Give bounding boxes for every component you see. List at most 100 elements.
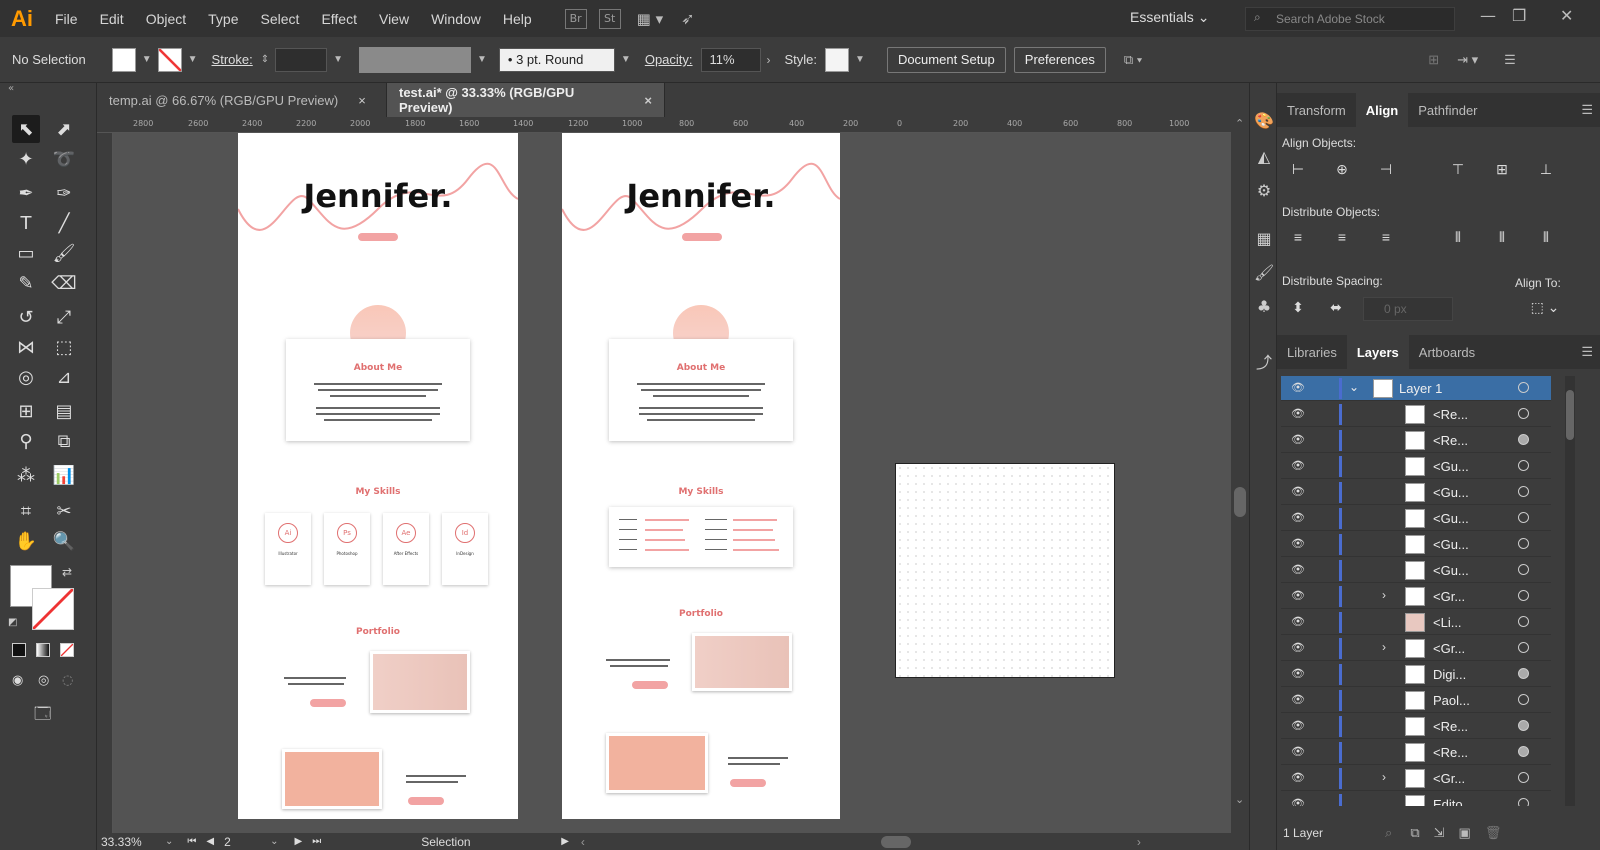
sublayer-row[interactable]: 👁 <Re... [1281, 714, 1551, 739]
selection-tool-icon[interactable]: ⬉ [12, 115, 40, 143]
eye-icon[interactable]: 👁 [1291, 563, 1305, 576]
none-mode-icon[interactable] [60, 643, 74, 657]
chevron-down-icon[interactable]: ⌄ [270, 836, 278, 847]
color-guide-icon[interactable]: ◭ [1254, 147, 1274, 167]
lasso-tool-icon[interactable]: ➰ [50, 145, 78, 173]
sublayer-row[interactable]: 👁 › <Gr... [1281, 584, 1551, 609]
eye-icon[interactable]: 👁 [1291, 511, 1305, 524]
first-artboard-icon[interactable]: ⏮ [187, 836, 196, 847]
chevron-down-icon[interactable]: ▼ [621, 54, 631, 65]
target-icon[interactable] [1518, 746, 1529, 757]
search-input[interactable]: ⌕ Search Adobe Stock [1245, 7, 1455, 31]
vertical-distribute-top-icon[interactable]: ≡ [1287, 229, 1309, 251]
eye-icon[interactable]: 👁 [1291, 641, 1305, 654]
eye-icon[interactable]: 👁 [1291, 433, 1305, 446]
shaper-tool-icon[interactable]: ✎ [12, 269, 40, 297]
column-graph-tool-icon[interactable]: 📊 [50, 461, 78, 489]
eye-icon[interactable]: 👁 [1291, 485, 1305, 498]
sublayer-name[interactable]: Paol... [1433, 693, 1470, 708]
stroke-color-box[interactable] [32, 588, 74, 630]
brush-definition[interactable]: • 3 pt. Round [498, 47, 615, 72]
sublayer-name[interactable]: <Re... [1433, 745, 1468, 760]
horizontal-scroll-thumb[interactable] [880, 835, 911, 848]
curvature-tool-icon[interactable]: ✑ [50, 179, 78, 207]
tab-artboards[interactable]: Artboards [1409, 345, 1485, 360]
sublayer-name[interactable]: <Gu... [1433, 511, 1469, 526]
horizontal-distribute-right-icon[interactable]: ⦀ [1535, 229, 1557, 251]
delete-layer-icon[interactable]: 🗑 [1485, 825, 1502, 841]
chevron-down-icon[interactable]: ▼ [333, 54, 343, 65]
create-sublayer-icon[interactable]: ⇲ [1434, 825, 1445, 841]
chevron-down-icon[interactable]: ⌄ [165, 836, 173, 847]
target-icon[interactable] [1518, 668, 1529, 679]
vertical-distribute-center-icon[interactable]: ≡ [1331, 229, 1353, 251]
artboard-tool-icon[interactable]: ⌗ [12, 497, 40, 525]
fill-swatch[interactable] [111, 47, 136, 72]
artboard-3[interactable] [895, 463, 1115, 678]
sublayer-row[interactable]: 👁 Digi... [1281, 662, 1551, 687]
target-icon[interactable] [1518, 642, 1529, 653]
eye-icon[interactable]: 👁 [1291, 745, 1305, 758]
arrange-documents-icon[interactable]: ▦ ▾ [637, 10, 663, 28]
tab-libraries[interactable]: Libraries [1277, 345, 1347, 360]
sublayer-name[interactable]: Digi... [1433, 667, 1466, 682]
vertical-align-top-icon[interactable]: ⊤ [1447, 161, 1469, 183]
rotate-tool-icon[interactable]: ↺ [12, 303, 40, 331]
zoom-level[interactable]: 33.33% [101, 835, 151, 849]
hand-tool-icon[interactable]: ✋ [12, 527, 40, 555]
chevron-up-icon[interactable]: ⌃ [1235, 117, 1244, 130]
locate-object-icon[interactable]: ⌕ [1385, 825, 1392, 841]
variable-width-profile[interactable] [359, 46, 472, 73]
sublayer-row[interactable]: 👁 › <Gr... [1281, 636, 1551, 661]
previous-artboard-icon[interactable]: ◀ [206, 836, 214, 847]
vertical-distribute-space-icon[interactable]: ⬍ [1287, 299, 1309, 321]
draw-normal-icon[interactable]: ◉ [12, 673, 23, 688]
panel-menu-icon[interactable]: ☰ [1581, 344, 1593, 360]
transform-icon[interactable]: ⇥ ▾ [1457, 52, 1478, 68]
sublayer-name[interactable]: <Gu... [1433, 485, 1469, 500]
scale-tool-icon[interactable]: ⤢ [50, 303, 78, 331]
horizontal-distribute-center-icon[interactable]: ⦀ [1491, 229, 1513, 251]
status-menu-icon[interactable]: ▶ [561, 836, 569, 847]
menu-window[interactable]: Window [420, 11, 492, 27]
eye-icon[interactable]: 👁 [1291, 719, 1305, 732]
scroll-left-icon[interactable]: ‹ [581, 835, 585, 849]
export-icon[interactable]: ⤴ [1254, 349, 1274, 372]
scroll-thumb[interactable] [1566, 390, 1574, 440]
menu-view[interactable]: View [368, 11, 420, 27]
color-mode-icon[interactable] [12, 643, 26, 657]
sublayer-name[interactable]: Edito... [1433, 797, 1473, 806]
chevron-right-icon[interactable]: › [1382, 640, 1386, 654]
close-icon[interactable]: × [358, 93, 366, 108]
chevron-right-icon[interactable]: › [767, 53, 771, 67]
sublayer-name[interactable]: <Gu... [1433, 537, 1469, 552]
target-icon[interactable] [1518, 564, 1529, 575]
canvas[interactable]: Jennifer. About Me My Skills Ai Illustrat… [113, 133, 1231, 833]
direct-selection-tool-icon[interactable]: ⬈ [50, 115, 78, 143]
layers-scrollbar[interactable] [1565, 376, 1575, 806]
align-icon[interactable]: ⊞ [1428, 52, 1439, 68]
tab-align[interactable]: Align [1355, 93, 1409, 127]
chevron-down-icon[interactable]: ▼ [855, 54, 865, 65]
symbols-icon[interactable]: ♣ [1254, 297, 1274, 317]
eye-icon[interactable]: 👁 [1291, 537, 1305, 550]
brushes-icon[interactable]: 🖌 [1254, 263, 1274, 283]
vertical-distribute-bottom-icon[interactable]: ≡ [1375, 229, 1397, 251]
target-icon[interactable] [1518, 590, 1529, 601]
sublayer-name[interactable]: <Gu... [1433, 459, 1469, 474]
gradient-tool-icon[interactable]: ▤ [50, 397, 78, 425]
vertical-align-center-icon[interactable]: ⊞ [1491, 161, 1513, 183]
gradient-mode-icon[interactable] [36, 643, 50, 657]
menu-help[interactable]: Help [492, 11, 543, 27]
slice-tool-icon[interactable]: ✂ [50, 497, 78, 525]
horizontal-align-left-icon[interactable]: ⊢ [1287, 161, 1309, 183]
artboard-number[interactable]: 2 [224, 835, 264, 849]
stepper-icon[interactable]: ⇕ [261, 54, 269, 65]
chevron-down-icon[interactable]: ▼ [142, 54, 152, 65]
appearance-icon[interactable]: ⚙ [1254, 181, 1274, 201]
draw-inside-icon[interactable]: ◌ [62, 673, 73, 688]
layer-row[interactable]: 👁 ⌄ Layer 1 [1281, 376, 1551, 401]
sublayer-row[interactable]: 👁 <Gu... [1281, 506, 1551, 531]
sublayer-row[interactable]: 👁 <Gu... [1281, 532, 1551, 557]
target-icon[interactable] [1518, 382, 1529, 393]
